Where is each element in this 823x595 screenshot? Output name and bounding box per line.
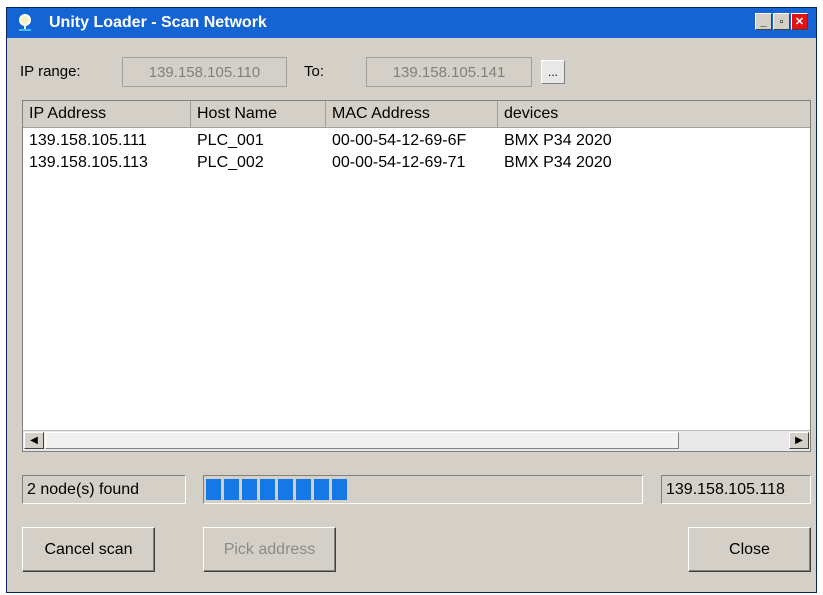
table-row[interactable]: 139.158.105.113 PLC_002 00-00-54-12-69-7…	[23, 152, 810, 174]
network-icon	[19, 14, 31, 31]
close-icon[interactable]: ✕	[791, 13, 808, 30]
ip-to-field: 139.158.105.141	[366, 57, 532, 87]
cell-device: BMX P34 2020	[504, 154, 612, 171]
cell-mac: 00-00-54-12-69-71	[332, 154, 466, 171]
column-host-name[interactable]: Host Name	[191, 101, 326, 127]
cell-host: PLC_002	[197, 154, 264, 171]
cell-device: BMX P34 2020	[504, 132, 612, 149]
arrow-right-icon[interactable]: ▶	[789, 432, 809, 449]
cell-ip: 139.158.105.111	[29, 132, 147, 149]
nodes-found-status: 2 node(s) found	[22, 475, 186, 504]
cell-mac: 00-00-54-12-69-6F	[332, 132, 467, 149]
title-bar[interactable]: Unity Loader - Scan Network _ ▫ ✕	[7, 8, 816, 38]
scan-progress-bar	[203, 475, 643, 504]
pick-address-button[interactable]: Pick address	[203, 527, 336, 572]
column-mac-address[interactable]: MAC Address	[326, 101, 498, 127]
window-title: Unity Loader - Scan Network	[49, 14, 267, 31]
maximize-icon[interactable]: ▫	[773, 13, 790, 30]
cell-host: PLC_001	[197, 132, 264, 149]
list-header: IP Address Host Name MAC Address devices	[23, 101, 810, 128]
devices-list[interactable]: IP Address Host Name MAC Address devices…	[22, 100, 811, 452]
column-devices[interactable]: devices	[498, 101, 810, 127]
cell-ip: 139.158.105.113	[29, 154, 148, 171]
arrow-left-icon[interactable]: ◀	[24, 432, 44, 449]
progress-fill	[206, 479, 347, 500]
current-ip-status: 139.158.105.118	[661, 475, 811, 504]
ip-range-label: IP range:	[20, 63, 81, 80]
ip-from-field: 139.158.105.110	[122, 57, 287, 87]
minimize-icon[interactable]: _	[755, 13, 772, 30]
horizontal-scrollbar[interactable]: ◀ ▶	[23, 430, 810, 451]
to-label: To:	[304, 63, 325, 80]
cancel-scan-button[interactable]: Cancel scan	[22, 527, 155, 572]
column-ip-address[interactable]: IP Address	[23, 101, 191, 127]
scan-network-dialog: Unity Loader - Scan Network _ ▫ ✕ IP ran…	[6, 7, 817, 593]
browse-range-button[interactable]: ...	[541, 60, 565, 84]
close-button[interactable]: Close	[688, 527, 811, 572]
scrollbar-thumb[interactable]	[45, 432, 679, 449]
table-row[interactable]: 139.158.105.111 PLC_001 00-00-54-12-69-6…	[23, 130, 810, 152]
